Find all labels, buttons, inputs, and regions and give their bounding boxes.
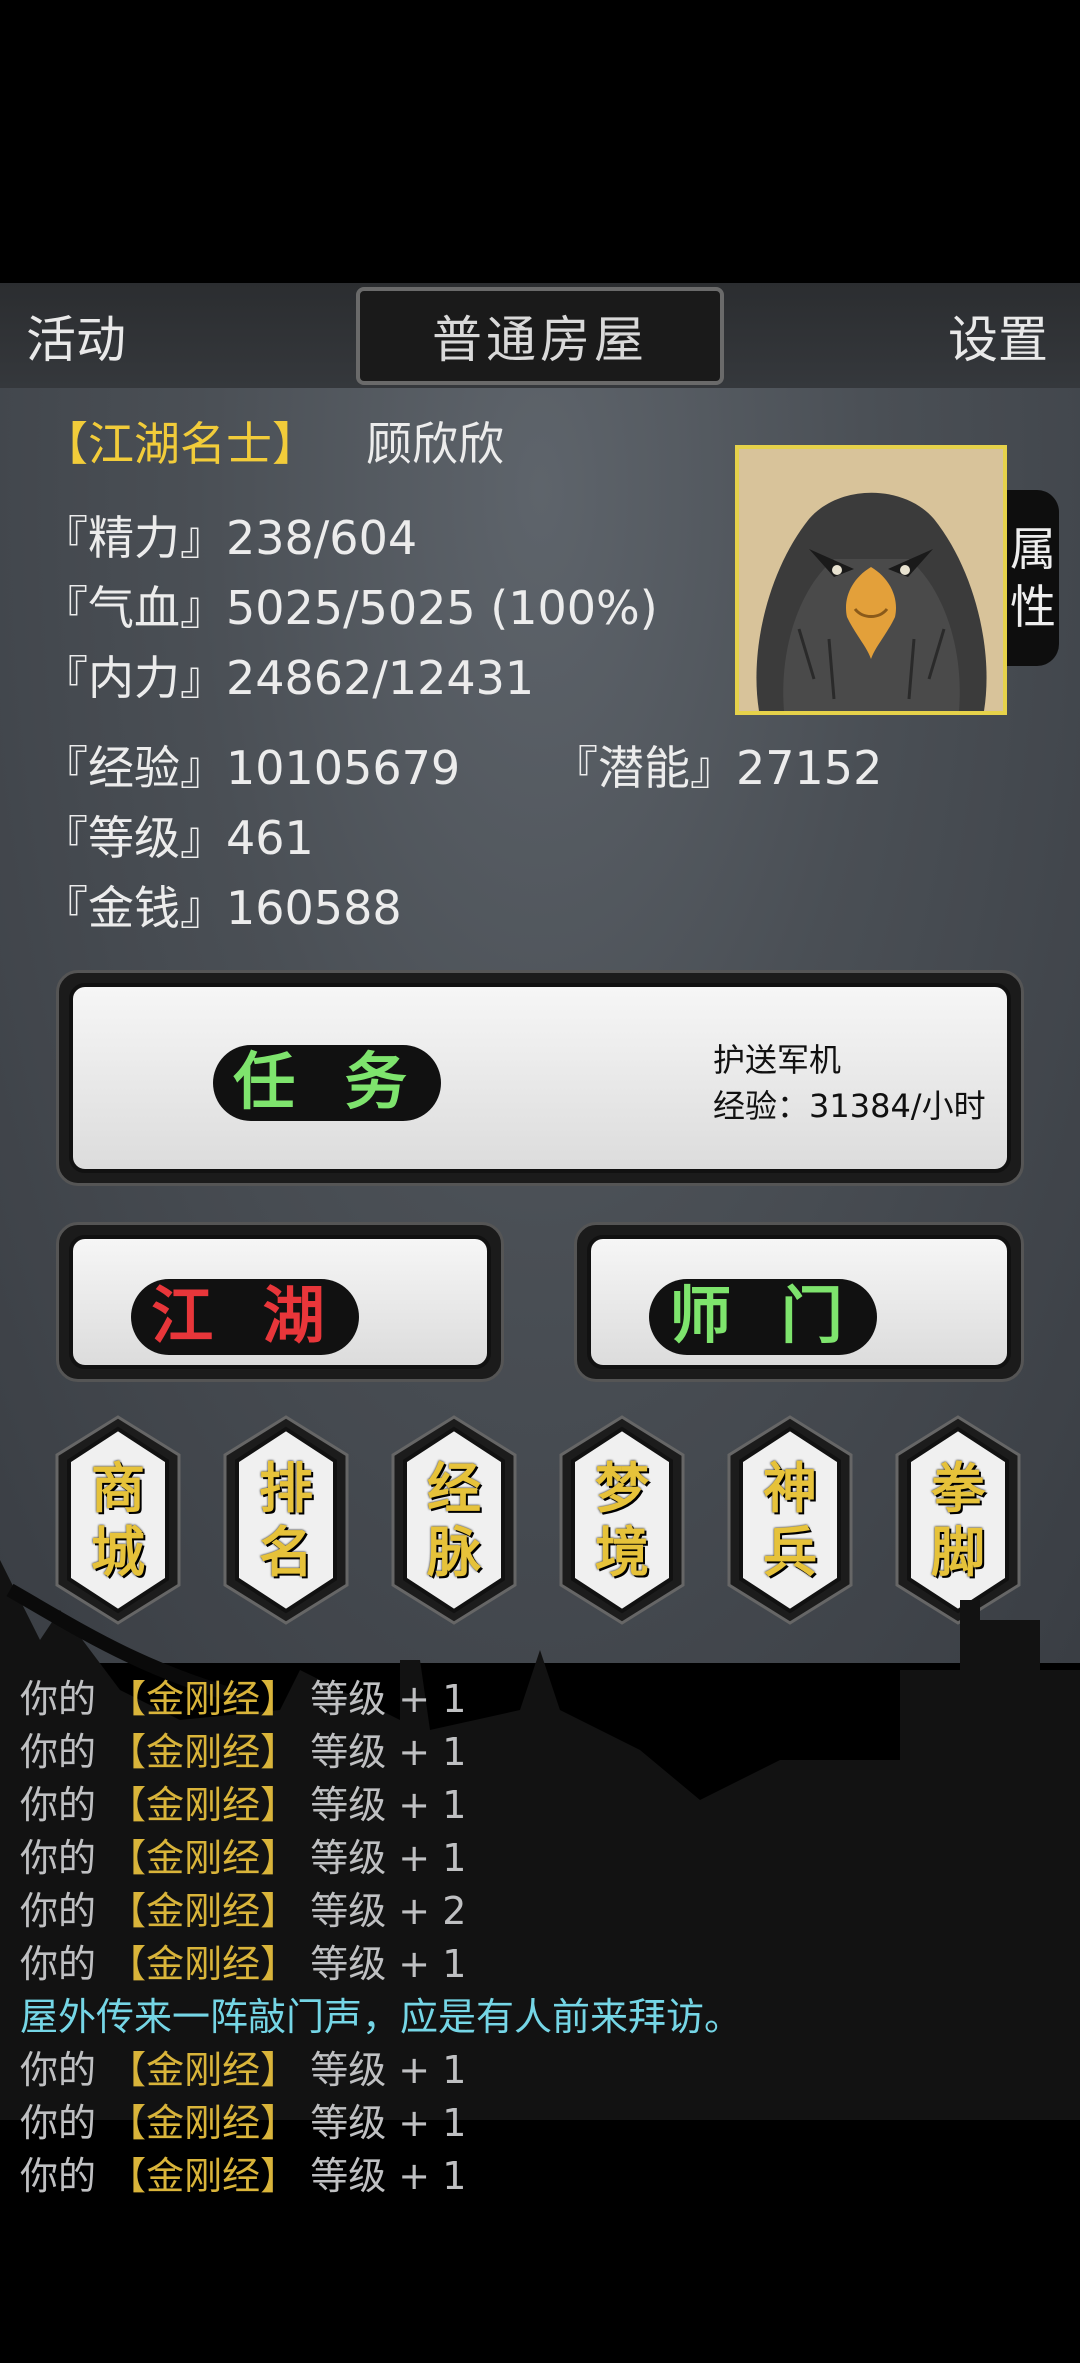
attributes-tab-char-2: 性: [1010, 580, 1056, 634]
log-entry: 你的 【金刚经】 等级 + 1: [20, 2154, 467, 2198]
stat-potential: 『潜能』27152: [552, 741, 883, 795]
jianghu-label: 江 湖: [131, 1279, 359, 1355]
eagle-portrait-icon[interactable]: [735, 445, 1007, 715]
hex-char: 经: [427, 1456, 481, 1520]
player-title: 【江湖名士】: [42, 417, 318, 471]
quest-reward: 经验：31384/小时: [713, 1087, 986, 1125]
shimen-label: 师 门: [649, 1279, 877, 1355]
hex-char: 排: [259, 1456, 313, 1520]
log-entry: 你的 【金刚经】 等级 + 1: [20, 1677, 467, 1721]
log-entry: 你的 【金刚经】 等级 + 1: [20, 1836, 467, 1880]
hex-char: 梦: [595, 1456, 649, 1520]
quest-name: 护送军机: [713, 1041, 842, 1079]
stat-health: 『气血』5025/5025 (100%): [42, 581, 658, 635]
game-screen: 活动 普通房屋 设置 【江湖名士】 顾欣欣 『精力』238/604 『气血』502…: [0, 0, 1080, 2363]
location-title: 普通房屋: [356, 287, 724, 385]
stat-inner-power: 『内力』24862/12431: [42, 651, 535, 705]
log-entry: 你的 【金刚经】 等级 + 1: [20, 1730, 467, 1774]
quest-button[interactable]: 任 务 护送军机 经验：31384/小时: [56, 970, 1024, 1186]
activity-button[interactable]: 活动: [26, 300, 126, 372]
log-entry: 你的 【金刚经】 等级 + 1: [20, 2048, 467, 2092]
stat-experience: 『经验』10105679: [42, 741, 461, 795]
log-entry: 你的 【金刚经】 等级 + 1: [20, 1783, 467, 1827]
attributes-tab-char-1: 属: [1010, 522, 1056, 576]
quest-info: 护送军机 经验：31384/小时: [713, 1037, 986, 1129]
stat-stamina: 『精力』238/604: [42, 511, 418, 565]
hex-char: 神: [763, 1456, 817, 1520]
quest-label: 任 务: [213, 1045, 441, 1121]
stat-money: 『金钱』160588: [42, 881, 402, 935]
hex-char: 拳: [931, 1456, 985, 1520]
attributes-tab[interactable]: 属 性: [1007, 490, 1059, 666]
settings-button[interactable]: 设置: [948, 300, 1048, 372]
stat-level: 『等级』461: [42, 811, 314, 865]
player-name: 顾欣欣: [366, 417, 504, 471]
player-header: 【江湖名士】 顾欣欣: [42, 408, 504, 474]
jianghu-button[interactable]: 江 湖: [56, 1222, 504, 1382]
log-notice: 屋外传来一阵敲门声，应是有人前来拜访。: [20, 1995, 743, 2039]
hex-char: 商: [91, 1456, 145, 1520]
shimen-button[interactable]: 师 门: [574, 1222, 1024, 1382]
log-entry: 你的 【金刚经】 等级 + 2: [20, 1889, 467, 1933]
log-entry: 你的 【金刚经】 等级 + 1: [20, 1942, 467, 1986]
log-entry: 你的 【金刚经】 等级 + 1: [20, 2101, 467, 2145]
